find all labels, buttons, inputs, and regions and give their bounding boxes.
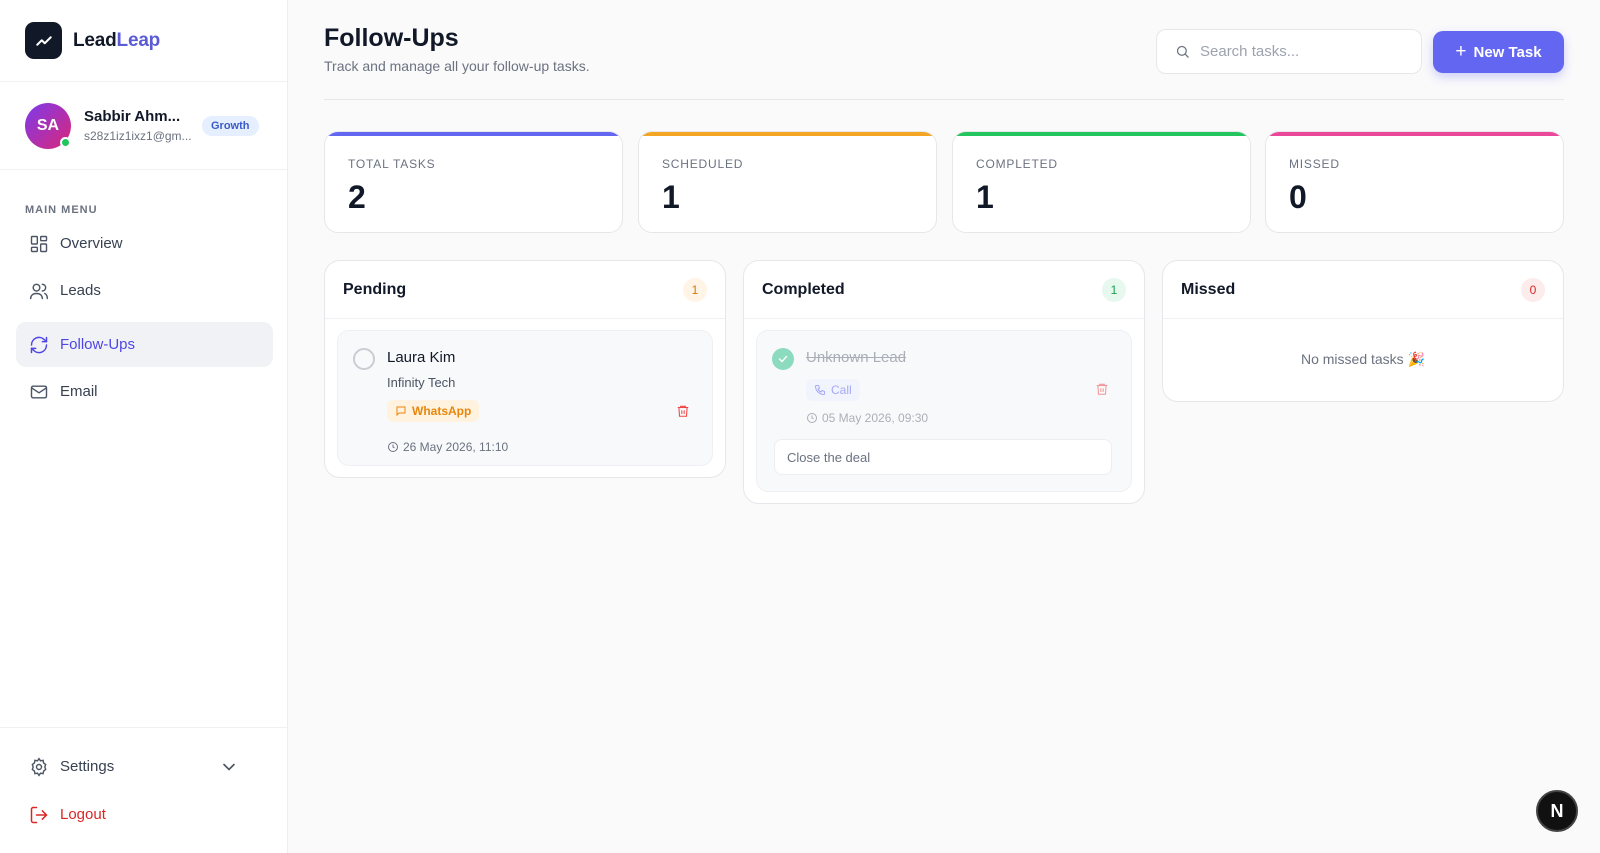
avatar-initials: SA — [36, 116, 60, 134]
grid-icon — [30, 235, 48, 252]
pending-column: Pending 1 Laura Kim Infinity Tech WhatsA… — [324, 260, 726, 478]
page-title: Follow-Ups — [324, 24, 459, 52]
new-task-label: New Task — [1473, 43, 1542, 61]
stat-label: MISSED — [1289, 157, 1340, 171]
task-company: Infinity Tech — [387, 375, 456, 390]
brand-name: LeadLeap — [73, 30, 160, 52]
stat-value: 0 — [1289, 179, 1307, 215]
refresh-icon — [30, 336, 48, 353]
page-subtitle: Track and manage all your follow-up task… — [324, 58, 590, 74]
plus-icon: + — [1455, 41, 1467, 62]
channel-chip: WhatsApp — [387, 400, 480, 422]
online-status-dot — [60, 136, 71, 148]
clock-icon — [388, 442, 398, 452]
mail-icon — [30, 384, 48, 399]
stat-card-total-tasks: TOTAL TASKS 2 — [324, 131, 623, 233]
stat-label: SCHEDULED — [662, 157, 744, 171]
channel-label: WhatsApp — [412, 404, 472, 418]
plan-badge: Growth — [202, 115, 259, 136]
stat-accent-bar — [325, 132, 622, 136]
sidebar-item-label: Leads — [60, 282, 101, 299]
trend-up-icon — [25, 22, 62, 59]
sidebar-footer — [0, 727, 288, 728]
gear-icon — [31, 756, 47, 777]
main-content: Follow-Ups Track and manage all your fol… — [288, 0, 1600, 853]
task-lead-name: Unknown Lead — [806, 349, 907, 366]
task-card[interactable]: Laura Kim Infinity Tech WhatsApp 26 May … — [337, 330, 713, 466]
task-lead-name: Laura Kim — [387, 349, 456, 366]
task-note: Close the deal — [774, 439, 1112, 475]
stat-label: TOTAL TASKS — [348, 157, 436, 171]
search-input[interactable] — [1200, 43, 1400, 60]
avatar: SA — [25, 102, 71, 149]
new-task-button[interactable]: + New Task — [1433, 31, 1564, 73]
column-header: Pending 1 — [325, 261, 725, 319]
sidebar-item-follow-ups[interactable]: Follow-Ups — [16, 322, 273, 367]
missed-column: Missed 0 No missed tasks 🎉 — [1162, 260, 1564, 402]
stat-label: COMPLETED — [976, 157, 1058, 171]
stat-card-missed: MISSED 0 — [1265, 131, 1564, 233]
framework-badge[interactable]: N — [1536, 790, 1578, 832]
sidebar-item-leads[interactable]: Leads — [16, 268, 273, 313]
sidebar-item-overview[interactable]: Overview — [16, 221, 273, 266]
column-title: Pending — [343, 280, 407, 298]
logout-button[interactable]: Logout — [16, 792, 273, 837]
trash-icon[interactable] — [1095, 382, 1109, 396]
count-badge: 1 — [683, 277, 707, 302]
sidebar: LeadLeap SA Sabbir Ahm... s28z1iz1ixz1@g… — [0, 0, 288, 853]
sidebar-item-settings[interactable]: Settings — [16, 744, 273, 789]
search-box[interactable] — [1156, 29, 1422, 74]
stat-card-completed: COMPLETED 1 — [952, 131, 1251, 233]
logout-icon — [30, 806, 48, 823]
stat-accent-bar — [639, 132, 936, 136]
count-badge: 0 — [1521, 277, 1545, 302]
brand-name-lead: Lead — [73, 29, 117, 51]
phone-icon — [814, 385, 825, 396]
complete-checkbox[interactable] — [353, 348, 375, 370]
chevron-down-icon — [223, 763, 235, 771]
user-name: Sabbir Ahm... — [84, 108, 181, 125]
trash-icon[interactable] — [676, 404, 690, 418]
logout-label: Logout — [60, 806, 106, 823]
task-date-text: 26 May 2026, 11:10 — [403, 440, 509, 454]
stat-value: 1 — [662, 179, 680, 215]
stat-value: 1 — [976, 179, 994, 215]
sidebar-item-label: Follow-Ups — [60, 336, 136, 353]
task-date-text: 05 May 2026, 09:30 — [822, 411, 929, 425]
users-icon — [29, 283, 49, 299]
column-title: Completed — [762, 280, 845, 298]
column-header: Missed 0 — [1163, 261, 1563, 319]
profile-info: Sabbir Ahm... s28z1iz1ixz1@gm... — [84, 108, 192, 143]
sidebar-item-email[interactable]: Email — [16, 369, 273, 414]
search-icon — [1176, 45, 1189, 58]
empty-state-text: No missed tasks 🎉 — [1300, 350, 1426, 367]
user-profile[interactable]: SA Sabbir Ahm... s28z1iz1ixz1@gm... Grow… — [0, 82, 287, 170]
brand[interactable]: LeadLeap — [0, 0, 287, 82]
column-header: Completed 1 — [744, 261, 1144, 319]
stat-card-scheduled: SCHEDULED 1 — [638, 131, 937, 233]
stat-value: 2 — [348, 179, 366, 215]
stat-accent-bar — [953, 132, 1250, 136]
sidebar-item-label: Settings — [60, 758, 115, 775]
check-circle-icon[interactable] — [772, 348, 794, 370]
task-card[interactable]: Unknown Lead Call 05 May 2026, 09:30 Clo… — [756, 330, 1132, 492]
task-date: 05 May 2026, 09:30 — [806, 411, 928, 425]
completed-column: Completed 1 Unknown Lead Call 05 May 202… — [743, 260, 1145, 504]
user-email: s28z1iz1ixz1@gm... — [84, 129, 192, 143]
brand-name-leap: Leap — [116, 29, 161, 51]
column-title: Missed — [1181, 280, 1236, 298]
menu-heading: MAIN MENU — [25, 204, 98, 216]
count-badge: 1 — [1102, 277, 1126, 302]
task-date: 26 May 2026, 11:10 — [387, 440, 508, 454]
channel-label: Call — [831, 383, 852, 397]
header-divider — [324, 99, 1564, 100]
message-icon — [396, 406, 406, 417]
sidebar-item-label: Email — [60, 383, 98, 400]
stat-accent-bar — [1266, 132, 1563, 136]
channel-chip: Call — [806, 379, 860, 401]
clock-icon — [807, 413, 817, 423]
sidebar-item-label: Overview — [60, 235, 123, 252]
